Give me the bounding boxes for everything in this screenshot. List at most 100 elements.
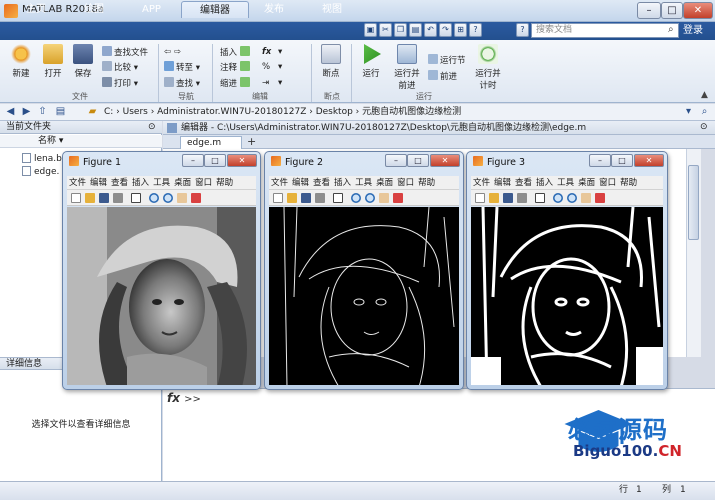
menu-desktop[interactable]: 桌面 xyxy=(578,178,595,188)
menu-tools[interactable]: 工具 xyxy=(355,178,372,188)
save-figure-icon[interactable] xyxy=(99,193,109,203)
zoom-in-icon[interactable] xyxy=(351,193,361,203)
address-path[interactable]: C: › Users › Administrator.WIN7U-2018012… xyxy=(104,105,461,120)
search-input[interactable]: 搜索文档 xyxy=(531,23,679,38)
figure-maximize-button[interactable]: □ xyxy=(611,154,633,167)
file-item[interactable]: edge. xyxy=(22,166,59,177)
maximize-button[interactable]: □ xyxy=(661,2,683,19)
menu-desktop[interactable]: 桌面 xyxy=(376,178,393,188)
figure-close-button[interactable]: ✕ xyxy=(634,154,664,167)
figure-window-2[interactable]: Figure 2 – □ ✕ 文件 编辑 查看 插入 工具 桌面 窗口 帮助 xyxy=(264,151,464,390)
fx-icon[interactable]: fx xyxy=(167,391,180,405)
copy-quick-icon[interactable]: ❐ xyxy=(394,23,407,37)
menu-insert[interactable]: 插入 xyxy=(536,178,553,188)
cut-quick-icon[interactable]: ✂ xyxy=(379,23,392,37)
save-figure-icon[interactable] xyxy=(301,193,311,203)
pointer-icon[interactable] xyxy=(131,193,141,203)
menu-file[interactable]: 文件 xyxy=(69,178,86,188)
comment-percent-icon[interactable]: % xyxy=(262,61,270,73)
find-button[interactable]: 查找 ▾ xyxy=(164,77,200,89)
figure-window-3[interactable]: Figure 3 – □ ✕ 文件 编辑 查看 插入 工具 桌面 窗口 帮助 xyxy=(466,151,668,390)
menu-insert[interactable]: 插入 xyxy=(334,178,351,188)
menu-help[interactable]: 帮助 xyxy=(216,178,233,188)
comment-button[interactable]: 注释 xyxy=(220,61,252,73)
tab-publish[interactable]: 发布 xyxy=(246,1,302,18)
indent-button[interactable]: 缩进 xyxy=(220,77,252,89)
brush-icon[interactable] xyxy=(393,193,403,203)
print-figure-icon[interactable] xyxy=(113,193,123,203)
menu-file[interactable]: 文件 xyxy=(271,178,288,188)
menu-window[interactable]: 窗口 xyxy=(195,178,212,188)
find-files-button[interactable]: 查找文件 xyxy=(102,46,148,58)
menu-file[interactable]: 文件 xyxy=(473,178,490,188)
pointer-icon[interactable] xyxy=(535,193,545,203)
comment-more-icon[interactable]: ▾ xyxy=(278,61,282,73)
pan-icon[interactable] xyxy=(177,193,187,203)
run-button[interactable]: 运行 xyxy=(356,44,386,79)
browse-folder-icon[interactable]: ▤ xyxy=(54,106,67,118)
open-file-icon[interactable] xyxy=(85,193,95,203)
smart-indent-icon[interactable]: ⇥ xyxy=(262,77,269,89)
pan-icon[interactable] xyxy=(379,193,389,203)
figure-maximize-button[interactable]: □ xyxy=(204,154,226,167)
figure-maximize-button[interactable]: □ xyxy=(407,154,429,167)
open-file-icon[interactable] xyxy=(287,193,297,203)
save-quick-icon[interactable]: ▣ xyxy=(364,23,377,37)
run-section-button[interactable]: 运行节 xyxy=(428,54,466,66)
new-figure-icon[interactable] xyxy=(475,193,485,203)
figure-close-button[interactable]: ✕ xyxy=(430,154,460,167)
pan-icon[interactable] xyxy=(581,193,591,203)
figure-minimize-button[interactable]: – xyxy=(385,154,407,167)
fx-icon[interactable]: fx xyxy=(262,46,271,58)
figure-close-button[interactable]: ✕ xyxy=(227,154,257,167)
add-tab-button[interactable]: + xyxy=(247,136,256,148)
insert-more-icon[interactable]: ▾ xyxy=(278,46,282,58)
print-figure-icon[interactable] xyxy=(517,193,527,203)
address-dropdown-icon[interactable]: ▾ xyxy=(682,106,695,118)
undo-quick-icon[interactable]: ↶ xyxy=(424,23,437,37)
open-file-icon[interactable] xyxy=(489,193,499,203)
tab-home[interactable]: 主页 xyxy=(8,1,64,18)
run-and-time-button[interactable]: 运行并 计时 xyxy=(471,44,505,91)
help-quick-icon[interactable]: ? xyxy=(469,23,482,37)
new-figure-icon[interactable] xyxy=(273,193,283,203)
zoom-in-icon[interactable] xyxy=(553,193,563,203)
panel-menu-icon[interactable]: ⊙ xyxy=(148,122,156,132)
menu-tools[interactable]: 工具 xyxy=(557,178,574,188)
open-button[interactable]: 打开 xyxy=(38,44,68,79)
menu-window[interactable]: 窗口 xyxy=(599,178,616,188)
up-folder-icon[interactable]: ⇧ xyxy=(36,106,49,118)
advance-button[interactable]: 前进 xyxy=(428,70,457,82)
menu-edit[interactable]: 编辑 xyxy=(90,178,107,188)
compare-button[interactable]: 比较 ▾ xyxy=(102,61,138,73)
minimize-button[interactable]: – xyxy=(637,2,661,19)
breakpoints-button[interactable]: 断点 xyxy=(316,44,346,79)
paste-quick-icon[interactable]: ▤ xyxy=(409,23,422,37)
print-button[interactable]: 打印 ▾ xyxy=(102,77,138,89)
brush-icon[interactable] xyxy=(191,193,201,203)
collapse-ribbon-icon[interactable]: ▲ xyxy=(701,90,708,100)
menu-edit[interactable]: 编辑 xyxy=(292,178,309,188)
editor-file-tab[interactable]: edge.m xyxy=(180,136,242,149)
address-search-icon[interactable]: ⌕ xyxy=(698,106,711,118)
insert-button[interactable]: 插入 xyxy=(220,46,252,58)
tab-apps[interactable]: APP xyxy=(124,1,179,18)
menu-tools[interactable]: 工具 xyxy=(153,178,170,188)
zoom-in-icon[interactable] xyxy=(149,193,159,203)
redo-quick-icon[interactable]: ↷ xyxy=(439,23,452,37)
back-icon[interactable]: ◀ xyxy=(4,106,17,118)
brush-icon[interactable] xyxy=(595,193,605,203)
forward-icon[interactable]: ▶ xyxy=(20,106,33,118)
goto-button[interactable]: 转至 ▾ xyxy=(164,61,200,73)
nav-arrows[interactable]: ⇦ ⇨ xyxy=(164,46,181,58)
tab-view[interactable]: 视图 xyxy=(304,1,360,18)
figure-minimize-button[interactable]: – xyxy=(589,154,611,167)
menu-view[interactable]: 查看 xyxy=(111,178,128,188)
menu-edit[interactable]: 编辑 xyxy=(494,178,511,188)
name-column-header[interactable]: 名称 ▾ xyxy=(0,135,162,148)
menu-help[interactable]: 帮助 xyxy=(418,178,435,188)
figure-minimize-button[interactable]: – xyxy=(182,154,204,167)
print-figure-icon[interactable] xyxy=(315,193,325,203)
tab-editor[interactable]: 编辑器 xyxy=(181,1,249,18)
new-button[interactable]: 新建 xyxy=(6,44,36,79)
